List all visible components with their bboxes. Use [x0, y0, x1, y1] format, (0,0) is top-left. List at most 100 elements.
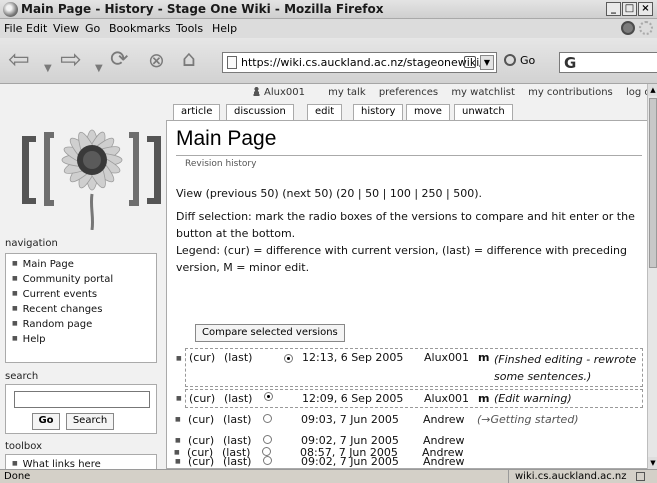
go-label: Go — [520, 54, 536, 67]
navigation-list: Main Page Community portal Current event… — [6, 254, 156, 350]
revision-user[interactable]: Alux001 — [424, 392, 469, 405]
minimize-button[interactable]: _ — [606, 2, 621, 16]
security-lock-icon[interactable] — [636, 472, 645, 481]
toolbox-what-links-here[interactable]: What links here — [12, 457, 150, 469]
nav-current-events[interactable]: Current events — [12, 287, 150, 302]
search-heading: search — [5, 371, 39, 382]
forward-icon[interactable]: ⇨ — [60, 45, 82, 75]
revision-date[interactable]: 08:57, 7 Jun 2005 — [300, 446, 398, 459]
reload-icon[interactable]: ⟳ — [110, 45, 128, 75]
minor-edit-marker: m — [478, 392, 490, 405]
log-out-link[interactable]: log out — [626, 87, 647, 98]
menu-bookmarks[interactable]: Bookmarks — [109, 22, 170, 35]
revision-date[interactable]: 09:03, 7 Jun 2005 — [301, 413, 399, 426]
page-icon — [227, 56, 237, 69]
url-text[interactable]: https://wiki.cs.auckland.ac.nz/stageonew… — [241, 56, 483, 69]
menu-edit[interactable]: Edit — [26, 22, 47, 35]
tab-move[interactable]: move — [406, 104, 450, 120]
close-button[interactable]: × — [638, 2, 653, 16]
diff-radio[interactable] — [263, 435, 272, 444]
revision-user[interactable]: Alux001 — [424, 351, 469, 364]
lock-icon — [464, 56, 476, 68]
last-label: (last) — [224, 351, 253, 364]
diff-radio[interactable] — [262, 447, 271, 456]
navigation-portlet: Main Page Community portal Current event… — [5, 253, 157, 363]
menu-tools[interactable]: Tools — [176, 22, 203, 35]
edit-summary: (Finshed editing - rewrote some sentence… — [494, 353, 637, 383]
user-icon — [252, 86, 261, 96]
last-label[interactable]: (last) — [222, 446, 250, 459]
home-icon[interactable]: ⌂ — [182, 45, 196, 75]
cur-label[interactable]: (cur) — [188, 413, 214, 426]
tab-discussion[interactable]: discussion — [226, 104, 294, 120]
toolbox-heading: toolbox — [5, 441, 43, 452]
page-title: Main Page — [176, 127, 277, 150]
compare-versions-button[interactable]: Compare selected versions — [195, 324, 345, 342]
cur-label[interactable]: (cur) — [187, 446, 213, 459]
history-row: ■ (cur) (last) 12:13, 6 Sep 2005 Alux001… — [176, 348, 643, 387]
nav-recent-changes[interactable]: Recent changes — [12, 302, 150, 317]
last-label: (last) — [224, 392, 253, 405]
tab-edit[interactable]: edit — [307, 104, 343, 120]
scroll-up-icon[interactable]: ▲ — [648, 84, 657, 96]
history-row: ■ (cur) (last) 09:03, 7 Jun 2005 Andrew … — [175, 413, 579, 426]
wiki-logo[interactable] — [14, 102, 169, 230]
scroll-down-icon[interactable]: ▼ — [648, 457, 657, 469]
view-pagination[interactable]: View (previous 50) (next 50) (20 | 50 | … — [176, 185, 644, 202]
menu-view[interactable]: View — [53, 22, 79, 35]
search-button[interactable]: Search — [66, 413, 114, 430]
menu-help[interactable]: Help — [212, 22, 237, 35]
history-row: ■ (cur) (last) 08:57, 7 Jun 2005 Andrew — [174, 446, 464, 459]
nav-random-page[interactable]: Random page — [12, 317, 150, 332]
google-icon: G — [564, 54, 577, 72]
toolbox-list: What links here — [6, 455, 156, 469]
search-portlet: Go Search — [5, 384, 157, 434]
last-label[interactable]: (last) — [223, 413, 251, 426]
cur-label: (cur) — [189, 351, 216, 364]
edit-summary: (Edit warning) — [494, 392, 572, 405]
tab-unwatch[interactable]: unwatch — [454, 104, 513, 120]
tab-history[interactable]: history — [353, 104, 404, 121]
forward-dropdown-icon[interactable]: ▼ — [95, 54, 103, 84]
maximize-button[interactable]: □ — [622, 2, 637, 16]
nav-help[interactable]: Help — [12, 332, 150, 347]
activity-indicator-icon — [621, 21, 635, 35]
my-talk-link[interactable]: my talk — [328, 87, 365, 98]
preferences-link[interactable]: preferences — [379, 87, 438, 98]
legend-text: Legend: (cur) = difference with current … — [176, 244, 627, 274]
my-watchlist-link[interactable]: my watchlist — [451, 87, 515, 98]
revision-user[interactable]: Andrew — [423, 413, 465, 426]
vertical-scrollbar[interactable]: ▲ ▼ — [647, 84, 657, 469]
revision-date[interactable]: 12:13, 6 Sep 2005 — [302, 351, 403, 364]
status-text: Done — [4, 471, 31, 482]
stop-icon[interactable]: ⊗ — [148, 45, 165, 75]
scrollbar-thumb[interactable] — [649, 98, 657, 268]
url-dropdown-icon[interactable]: ▼ — [480, 55, 494, 70]
my-contributions-link[interactable]: my contributions — [528, 87, 613, 98]
menu-go[interactable]: Go — [85, 22, 100, 35]
diff-radio[interactable] — [263, 414, 272, 423]
tab-article[interactable]: article — [173, 104, 221, 120]
revision-user[interactable]: Andrew — [422, 446, 464, 459]
go-button[interactable]: Go — [504, 54, 535, 67]
back-dropdown-icon[interactable]: ▼ — [44, 54, 52, 84]
address-bar[interactable]: https://wiki.cs.auckland.ac.nz/stageonew… — [222, 52, 497, 73]
web-page: Alux001 my talk preferences my watchlist… — [0, 84, 647, 469]
diff-instructions: Diff selection: mark the radio boxes of … — [176, 210, 635, 240]
window-title: Main Page - History - Stage One Wiki - M… — [21, 2, 384, 16]
diff-radio[interactable] — [284, 354, 293, 363]
cur-label: (cur) — [189, 392, 216, 405]
nav-main-page[interactable]: Main Page — [12, 257, 150, 272]
nav-community-portal[interactable]: Community portal — [12, 272, 150, 287]
go-search-button[interactable]: Go — [32, 413, 60, 430]
back-icon[interactable]: ⇦ — [8, 45, 30, 75]
search-input[interactable] — [14, 391, 150, 408]
throbber-icon — [639, 21, 653, 35]
firefox-icon — [3, 2, 18, 17]
menu-file[interactable]: File — [4, 22, 22, 35]
user-link[interactable]: Alux001 — [252, 86, 315, 98]
revision-date[interactable]: 12:09, 6 Sep 2005 — [302, 392, 403, 405]
search-engine-box[interactable]: G — [559, 52, 657, 73]
diff-radio[interactable] — [264, 392, 273, 401]
minor-edit-marker: m — [478, 351, 490, 364]
